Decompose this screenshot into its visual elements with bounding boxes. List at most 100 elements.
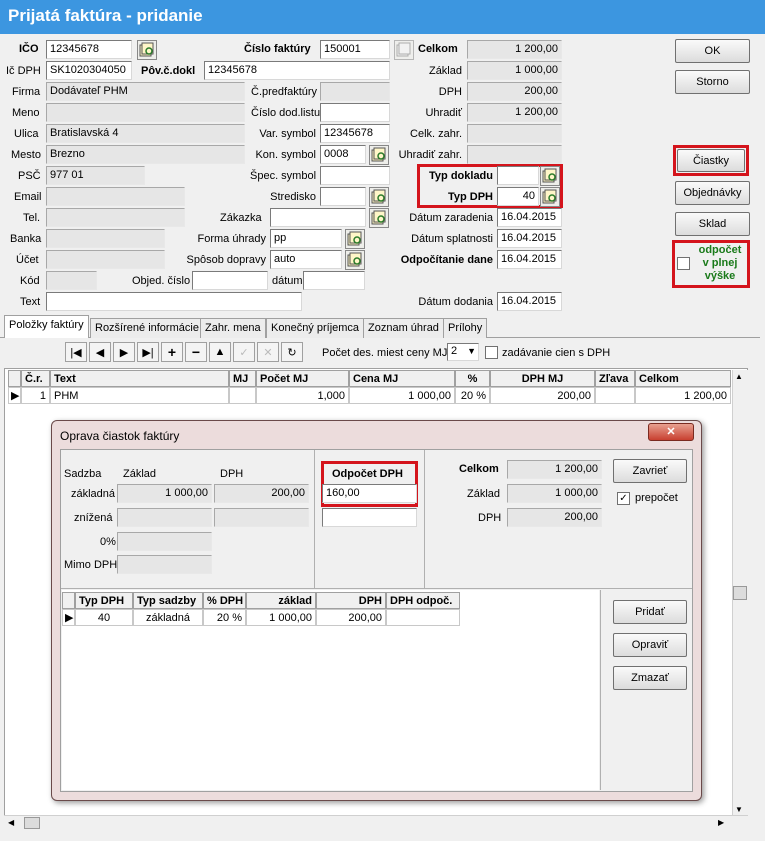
- zakazka-input[interactable]: [270, 208, 366, 227]
- spec-symbol-input[interactable]: [320, 166, 390, 185]
- zero-zaklad-input[interactable]: [117, 532, 212, 551]
- icdph-input[interactable]: SK1020304050: [46, 61, 132, 80]
- table-cell[interactable]: 1,000: [256, 387, 349, 404]
- pridat-button[interactable]: Pridať: [613, 600, 687, 624]
- objed-cislo-input[interactable]: [192, 271, 268, 290]
- delete-record-button[interactable]: −: [185, 342, 207, 362]
- tab-konecny-prijemca[interactable]: Konečný príjemca: [266, 318, 365, 338]
- refresh-button[interactable]: ↻: [281, 342, 303, 362]
- zakladna-dph-input[interactable]: 200,00: [214, 484, 309, 503]
- storno-button[interactable]: Storno: [675, 70, 750, 94]
- pocet-des-select[interactable]: 2 ▼: [447, 343, 479, 361]
- sposob-dopravy-input[interactable]: auto: [270, 250, 342, 269]
- table-cell[interactable]: 1 000,00: [246, 609, 316, 626]
- sklad-button[interactable]: Sklad: [675, 212, 750, 236]
- cancel-record-button[interactable]: ✕: [257, 342, 279, 362]
- zakazka-lookup-button[interactable]: [369, 208, 389, 228]
- table-cell[interactable]: 20 %: [455, 387, 490, 404]
- cislo-faktury-lookup-button[interactable]: [394, 40, 414, 60]
- tab-zahr-mena[interactable]: Zahr. mena: [200, 318, 266, 338]
- typ-dph-lookup-button[interactable]: [540, 187, 560, 207]
- kon-symbol-lookup-button[interactable]: [369, 145, 389, 165]
- cislo-dod-listu-input[interactable]: [320, 103, 390, 122]
- objednavky-button[interactable]: Objednávky: [675, 181, 750, 205]
- table-cell[interactable]: 200,00: [316, 609, 386, 626]
- zadavanie-checkbox[interactable]: [485, 346, 498, 359]
- objed-datum-input[interactable]: [303, 271, 365, 290]
- zakladna-zaklad-input[interactable]: 1 000,00: [117, 484, 212, 503]
- kon-symbol-input[interactable]: 0008: [320, 145, 366, 164]
- znizena-zaklad-input[interactable]: [117, 508, 212, 527]
- table-cell[interactable]: PHM: [50, 387, 229, 404]
- stredisko-lookup-button[interactable]: [369, 187, 389, 207]
- scroll-left-icon[interactable]: ◀: [8, 818, 14, 827]
- table-cell[interactable]: 200,00: [490, 387, 595, 404]
- datum-dodania-input[interactable]: 16.04.2015: [497, 292, 562, 311]
- var-symbol-input[interactable]: 12345678: [320, 124, 390, 143]
- table-cell[interactable]: 1 000,00: [349, 387, 455, 404]
- opravit-button[interactable]: Opraviť: [613, 633, 687, 657]
- ico-lookup-button[interactable]: [137, 40, 157, 60]
- stredisko-input[interactable]: [320, 187, 366, 206]
- horizontal-scrollbar[interactable]: [4, 815, 748, 831]
- dialog-close-button[interactable]: ✕: [648, 423, 694, 441]
- tab-prilohy[interactable]: Prílohy: [443, 318, 488, 338]
- typ-dokladu-input[interactable]: [497, 166, 539, 185]
- scroll-down-icon[interactable]: ▼: [735, 805, 743, 814]
- mimo-zaklad-input[interactable]: [117, 555, 212, 574]
- table-cell[interactable]: 1 200,00: [635, 387, 731, 404]
- zavriet-button[interactable]: Zavrieť: [613, 459, 687, 483]
- ico-input[interactable]: 12345678: [46, 40, 132, 59]
- table-cell[interactable]: [229, 387, 256, 404]
- last-record-button[interactable]: ▶|: [137, 342, 159, 362]
- vertical-scroll-thumb[interactable]: [733, 586, 747, 600]
- table-cell[interactable]: 20 %: [203, 609, 246, 626]
- edit-record-button[interactable]: ▲: [209, 342, 231, 362]
- kod-input[interactable]: [46, 271, 97, 290]
- forma-uhrady-input[interactable]: pp: [270, 229, 342, 248]
- odpocet-dph-znizena-input[interactable]: [322, 508, 417, 527]
- ucet-input[interactable]: [46, 250, 165, 269]
- sposob-dopravy-lookup-button[interactable]: [345, 250, 365, 270]
- ciastky-button[interactable]: Čiastky: [677, 149, 745, 172]
- text-input[interactable]: [46, 292, 302, 311]
- scroll-up-icon[interactable]: ▲: [735, 372, 743, 381]
- odpocet-checkbox[interactable]: [677, 257, 690, 270]
- add-record-button[interactable]: +: [161, 342, 183, 362]
- znizena-dph-input[interactable]: [214, 508, 309, 527]
- odpocitanie-dane-input[interactable]: 16.04.2015: [497, 250, 562, 269]
- post-record-button[interactable]: ✓: [233, 342, 255, 362]
- prepocet-checkbox[interactable]: ✓: [617, 492, 630, 505]
- typ-dokladu-lookup-button[interactable]: [540, 166, 560, 186]
- c-predfaktury-input[interactable]: [320, 82, 390, 101]
- cislo-faktury-input[interactable]: 150001: [320, 40, 390, 59]
- zmazat-button[interactable]: Zmazať: [613, 666, 687, 690]
- ok-button[interactable]: OK: [675, 39, 750, 63]
- tab-rozsirene-informacie[interactable]: Rozšírené informácie: [90, 318, 204, 338]
- pov-c-dokl-input[interactable]: 12345678: [204, 61, 390, 80]
- scroll-right-icon[interactable]: ▶: [718, 818, 724, 827]
- tab-zoznam-uhrad[interactable]: Zoznam úhrad: [363, 318, 444, 338]
- horizontal-scroll-thumb[interactable]: [24, 817, 40, 829]
- datum-zaradenia-input[interactable]: 16.04.2015: [497, 208, 562, 227]
- table-cell[interactable]: základná: [133, 609, 203, 626]
- table-cell[interactable]: 40: [75, 609, 133, 626]
- tab-polozky-faktury[interactable]: Položky faktúry: [4, 315, 89, 338]
- meno-input[interactable]: [46, 103, 245, 122]
- banka-input[interactable]: [46, 229, 165, 248]
- table-cell[interactable]: [386, 609, 460, 626]
- table-cell[interactable]: [595, 387, 635, 404]
- mesto-input[interactable]: Brezno: [46, 145, 245, 164]
- next-record-button[interactable]: ▶: [113, 342, 135, 362]
- firma-input[interactable]: Dodávateľ PHM: [46, 82, 245, 101]
- odpocet-dph-input[interactable]: 160,00: [322, 484, 417, 503]
- email-input[interactable]: [46, 187, 185, 206]
- psc-input[interactable]: 977 01: [46, 166, 145, 185]
- prev-record-button[interactable]: ◀: [89, 342, 111, 362]
- datum-splatnosti-input[interactable]: 16.04.2015: [497, 229, 562, 248]
- forma-uhrady-lookup-button[interactable]: [345, 229, 365, 249]
- first-record-button[interactable]: |◀: [65, 342, 87, 362]
- table-cell[interactable]: 1: [21, 387, 50, 404]
- typ-dph-input[interactable]: 40: [497, 187, 539, 206]
- ulica-input[interactable]: Bratislavská 4: [46, 124, 245, 143]
